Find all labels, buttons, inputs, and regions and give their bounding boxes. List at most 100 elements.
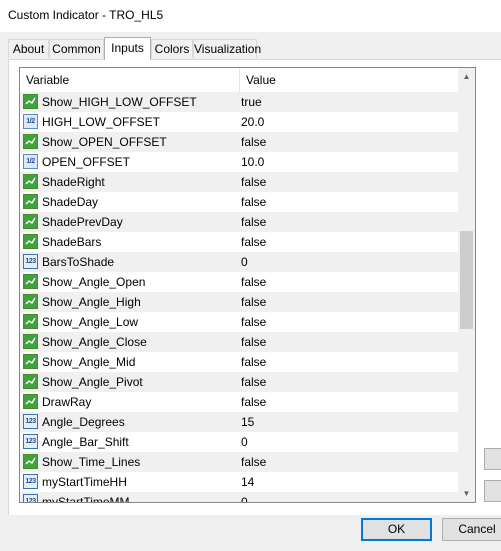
table-row[interactable]: 123 Angle_Degrees 15	[20, 412, 458, 432]
table-row[interactable]: Show_OPEN_OFFSET false	[20, 132, 458, 152]
tab-inputs[interactable]: Inputs	[104, 37, 151, 60]
variable-name: Show_Angle_Low	[42, 315, 139, 329]
value-cell[interactable]: 10.0	[241, 152, 458, 172]
variable-cell: ShadeBars	[20, 232, 239, 252]
ok-button[interactable]: OK	[361, 518, 432, 541]
value-cell[interactable]: false	[241, 232, 458, 252]
vertical-scrollbar[interactable]: ▲ ▼	[458, 68, 475, 502]
scroll-thumb[interactable]	[460, 231, 473, 329]
variable-name: Show_HIGH_LOW_OFFSET	[42, 95, 197, 109]
int-type-icon: 123	[23, 434, 38, 449]
table-row[interactable]: Show_Angle_Pivot false	[20, 372, 458, 392]
variable-name: HIGH_LOW_OFFSET	[42, 115, 161, 129]
value-cell[interactable]: 0	[241, 432, 458, 452]
value-cell[interactable]: true	[241, 92, 458, 112]
type-glyph: 123	[25, 478, 36, 485]
value-cell[interactable]: false	[241, 372, 458, 392]
variable-name: Show_Angle_Close	[42, 335, 147, 349]
value-cell[interactable]: false	[241, 312, 458, 332]
cancel-button[interactable]: Cancel	[442, 518, 501, 541]
value-cell[interactable]: false	[241, 292, 458, 312]
side-button-lower[interactable]	[484, 480, 501, 502]
value-cell[interactable]: 14	[241, 472, 458, 492]
variable-cell: 123 BarsToShade	[20, 252, 239, 272]
variable-name: Angle_Bar_Shift	[42, 435, 129, 449]
value-cell[interactable]: false	[241, 132, 458, 152]
bool-type-icon	[23, 194, 38, 209]
bool-type-icon	[23, 94, 38, 109]
value-cell[interactable]: false	[241, 172, 458, 192]
table-row[interactable]: 123 myStartTimeMM 0	[20, 492, 458, 502]
tab-visualization[interactable]: Visualization	[193, 39, 261, 58]
variable-name: ShadeRight	[42, 175, 105, 189]
table-row[interactable]: DrawRay false	[20, 392, 458, 412]
table-row[interactable]: Show_Angle_Mid false	[20, 352, 458, 372]
variable-name: Angle_Degrees	[42, 415, 125, 429]
table-row[interactable]: ShadeDay false	[20, 192, 458, 212]
table-row[interactable]: ShadeBars false	[20, 232, 458, 252]
scroll-down-icon[interactable]: ▼	[458, 485, 475, 502]
table-row[interactable]: 1/2 HIGH_LOW_OFFSET 20.0	[20, 112, 458, 132]
variable-name: OPEN_OFFSET	[42, 155, 131, 169]
column-header-variable[interactable]: Variable	[20, 68, 239, 92]
variable-name: ShadeBars	[42, 235, 102, 249]
table-row[interactable]: 123 Angle_Bar_Shift 0	[20, 432, 458, 452]
value-cell[interactable]: false	[241, 452, 458, 472]
int-type-icon: 123	[23, 494, 38, 502]
int-type-icon: 123	[23, 254, 38, 269]
table-row[interactable]: Show_Angle_High false	[20, 292, 458, 312]
variable-cell: Show_Angle_Close	[20, 332, 239, 352]
tab-colors[interactable]: Colors	[151, 39, 193, 58]
variable-cell: Show_HIGH_LOW_OFFSET	[20, 92, 239, 112]
table-row[interactable]: 123 myStartTimeHH 14	[20, 472, 458, 492]
table-row[interactable]: Show_Angle_Close false	[20, 332, 458, 352]
variable-name: Show_Angle_High	[42, 295, 141, 309]
side-button-upper[interactable]	[484, 448, 501, 470]
scroll-up-icon[interactable]: ▲	[458, 68, 475, 85]
value-cell[interactable]: false	[241, 272, 458, 292]
type-glyph: 1/2	[26, 118, 35, 125]
table-row[interactable]: ShadePrevDay false	[20, 212, 458, 232]
variable-cell: Show_Angle_High	[20, 292, 239, 312]
value-cell[interactable]: false	[241, 392, 458, 412]
value-cell[interactable]: false	[241, 352, 458, 372]
variable-cell: ShadePrevDay	[20, 212, 239, 232]
tab-common[interactable]: Common	[49, 39, 104, 58]
table-row[interactable]: Show_Time_Lines false	[20, 452, 458, 472]
grid-rows: Show_HIGH_LOW_OFFSET true 1/2 HIGH_LOW_OFFS…	[20, 92, 458, 502]
variable-cell: Show_Angle_Pivot	[20, 372, 239, 392]
variable-cell: Show_Angle_Open	[20, 272, 239, 292]
table-row[interactable]: ShadeRight false	[20, 172, 458, 192]
value-cell[interactable]: false	[241, 332, 458, 352]
bool-type-icon	[23, 374, 38, 389]
bool-type-icon	[23, 454, 38, 469]
value-cell[interactable]: 20.0	[241, 112, 458, 132]
variable-cell: 123 myStartTimeHH	[20, 472, 239, 492]
table-row[interactable]: Show_HIGH_LOW_OFFSET true	[20, 92, 458, 112]
table-row[interactable]: Show_Angle_Low false	[20, 312, 458, 332]
tab-about[interactable]: About	[8, 39, 49, 58]
double-type-icon: 1/2	[23, 114, 38, 129]
value-cell[interactable]: 15	[241, 412, 458, 432]
variable-name: Show_Time_Lines	[42, 455, 141, 469]
type-glyph: 1/2	[26, 158, 35, 165]
variable-cell: ShadeRight	[20, 172, 239, 192]
variable-cell: 1/2 OPEN_OFFSET	[20, 152, 239, 172]
column-header-value[interactable]: Value	[240, 68, 458, 92]
variable-name: Show_Angle_Mid	[42, 355, 136, 369]
inputs-grid: Variable Value Show_HIGH_LOW_OFFSET true 1…	[19, 67, 476, 503]
table-row[interactable]: 123 BarsToShade 0	[20, 252, 458, 272]
variable-cell: 123 Angle_Degrees	[20, 412, 239, 432]
bool-type-icon	[23, 394, 38, 409]
bool-type-icon	[23, 294, 38, 309]
value-cell[interactable]: false	[241, 212, 458, 232]
type-glyph: 123	[25, 258, 36, 265]
table-row[interactable]: 1/2 OPEN_OFFSET 10.0	[20, 152, 458, 172]
variable-name: myStartTimeHH	[42, 475, 127, 489]
variable-name: DrawRay	[42, 395, 92, 409]
table-row[interactable]: Show_Angle_Open false	[20, 272, 458, 292]
value-cell[interactable]: 0	[241, 492, 458, 502]
value-cell[interactable]: false	[241, 192, 458, 212]
bool-type-icon	[23, 314, 38, 329]
value-cell[interactable]: 0	[241, 252, 458, 272]
